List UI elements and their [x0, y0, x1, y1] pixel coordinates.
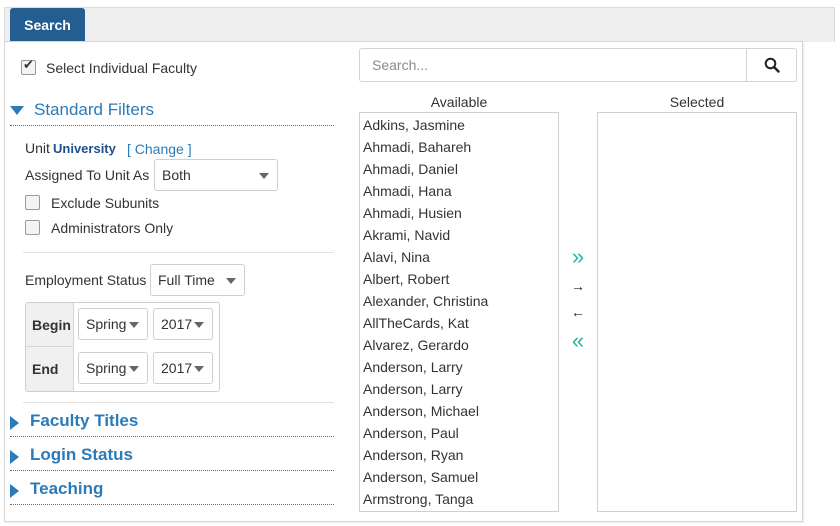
divider [23, 252, 334, 253]
end-term-select[interactable]: Spring [78, 352, 148, 384]
end-term-value: Spring [86, 360, 127, 376]
list-item[interactable]: Anderson, Paul [360, 422, 558, 444]
begin-term-value: Spring [86, 316, 127, 332]
begin-term-select[interactable]: Spring [78, 308, 148, 340]
faculty-search [359, 48, 797, 82]
tab-search[interactable]: Search [10, 8, 85, 41]
begin-year-value: 2017 [161, 316, 193, 332]
list-item[interactable]: Ahmadi, Husien [360, 202, 558, 224]
list-item[interactable]: Ahmadi, Daniel [360, 158, 558, 180]
list-item[interactable]: Ahmadi, Bahareh [360, 136, 558, 158]
employment-status-select[interactable]: Full Time [150, 264, 245, 296]
list-item[interactable]: Anderson, Michael [360, 400, 558, 422]
login-status-title: Login Status [30, 445, 133, 464]
chevron-down-icon [129, 322, 139, 328]
search-button[interactable] [746, 49, 796, 81]
list-item[interactable]: Akrami, Navid [360, 224, 558, 246]
select-individual-checkbox[interactable] [21, 58, 36, 75]
available-listbox[interactable]: Adkins, Jasmine Ahmadi, Bahareh Ahmadi, Da… [359, 112, 559, 512]
list-item[interactable]: Anderson, Larry [360, 378, 558, 400]
list-item[interactable]: Adkins, Jasmine [360, 114, 558, 136]
list-item[interactable]: Alvarez, Gerardo [360, 334, 558, 356]
available-heading: Available [430, 94, 488, 110]
teaching-title: Teaching [30, 479, 104, 498]
unit-label: Unit [25, 140, 50, 156]
search-input[interactable] [360, 49, 747, 81]
list-item[interactable]: Alexander, Christina [360, 290, 558, 312]
select-individual-label: Select Individual Faculty [46, 60, 197, 76]
remove-all-button[interactable]: « [565, 329, 591, 353]
end-year-select[interactable]: 2017 [153, 352, 213, 384]
chevron-down-icon [129, 366, 139, 372]
search-icon [764, 57, 780, 73]
unit-value: University [53, 141, 116, 156]
list-item[interactable]: Ahmadi, Hana [360, 180, 558, 202]
login-status-header[interactable]: Login Status [10, 445, 334, 471]
change-unit-link[interactable]: [ Change ] [127, 141, 192, 157]
begin-year-select[interactable]: 2017 [153, 308, 213, 340]
list-item[interactable]: Albert, Robert [360, 268, 558, 290]
exclude-subunits-label: Exclude Subunits [51, 195, 160, 211]
divider [23, 402, 334, 403]
add-one-button[interactable]: → [565, 277, 591, 295]
remove-one-button[interactable]: ← [565, 303, 591, 321]
selected-heading: Selected [669, 94, 725, 110]
standard-filters-header[interactable]: Standard Filters [10, 100, 334, 126]
end-year-value: 2017 [161, 360, 193, 376]
standard-filters-title: Standard Filters [34, 100, 154, 119]
selected-listbox[interactable] [597, 112, 797, 512]
end-label: End [26, 347, 74, 391]
exclude-subunits-checkbox[interactable] [25, 195, 40, 210]
list-item[interactable]: AllTheCards, Kat [360, 312, 558, 334]
assigned-value: Both [162, 167, 191, 183]
faculty-titles-header[interactable]: Faculty Titles [10, 411, 334, 437]
expand-right-icon [10, 450, 19, 464]
employment-status-label: Employment Status [25, 272, 147, 288]
teaching-header[interactable]: Teaching [10, 479, 334, 505]
begin-label: Begin [26, 303, 74, 347]
employment-status-value: Full Time [158, 272, 215, 288]
assigned-select[interactable]: Both [154, 159, 278, 191]
faculty-titles-title: Faculty Titles [30, 411, 139, 430]
chevron-down-icon [226, 278, 236, 284]
expand-down-icon [10, 106, 24, 115]
expand-right-icon [10, 416, 19, 430]
administrators-only-checkbox[interactable] [25, 220, 40, 235]
chevron-down-icon [259, 173, 269, 179]
list-item[interactable]: Armstrong, Tanga [360, 488, 558, 510]
chevron-down-icon [194, 322, 204, 328]
list-item[interactable]: Anderson, Ryan [360, 444, 558, 466]
list-item[interactable]: Alavi, Nina [360, 246, 558, 268]
list-item[interactable]: Anderson, Larry [360, 356, 558, 378]
add-all-button[interactable]: » [565, 245, 591, 269]
expand-right-icon [10, 484, 19, 498]
tab-bar: Search [4, 7, 835, 42]
assigned-label: Assigned To Unit As [25, 167, 150, 183]
chevron-down-icon [194, 366, 204, 372]
administrators-only-label: Administrators Only [51, 220, 174, 236]
list-item[interactable]: Anderson, Samuel [360, 466, 558, 488]
